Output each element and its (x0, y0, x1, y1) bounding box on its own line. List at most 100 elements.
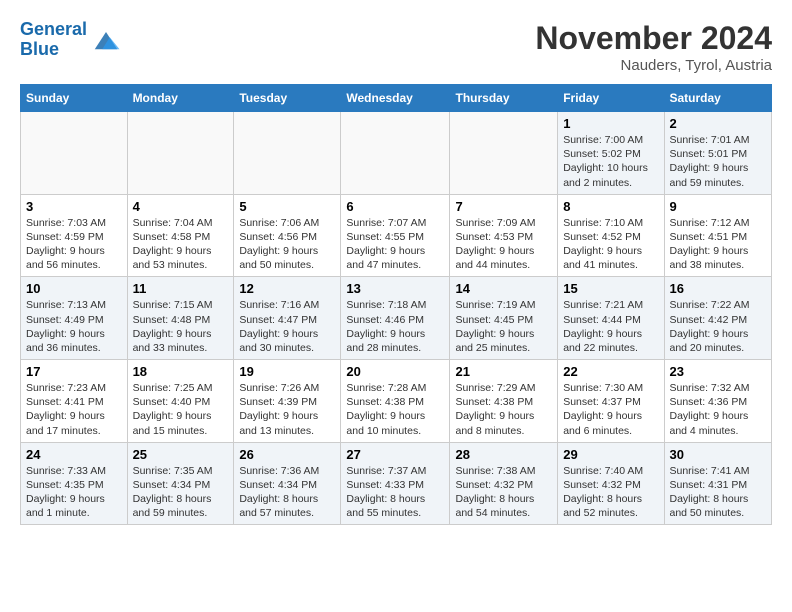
weekday-header-saturday: Saturday (664, 85, 772, 112)
day-info: Sunrise: 7:07 AM Sunset: 4:55 PM Dayligh… (346, 216, 444, 273)
day-number: 27 (346, 447, 444, 462)
calendar-cell: 14Sunrise: 7:19 AM Sunset: 4:45 PM Dayli… (450, 277, 558, 360)
calendar-cell: 15 Sunrise: 7:21 AM Sunset: 4:44 PM Dayli… (558, 277, 664, 360)
weekday-header-tuesday: Tuesday (234, 85, 341, 112)
day-number: 28 (455, 447, 552, 462)
calendar-cell: 26 Sunrise: 7:36 AM Sunset: 4:34 PM Dayli… (234, 442, 341, 525)
day-number: 3 (26, 199, 122, 214)
calendar-cell: 25 Sunrise: 7:35 AM Sunset: 4:34 PM Dayli… (127, 442, 234, 525)
day-info: Sunrise: 7:32 AM Sunset: 4:36 PM Dayligh… (670, 381, 767, 438)
day-info: Sunrise: 7:25 AM Sunset: 4:40 PM Dayligh… (133, 381, 229, 438)
day-number: 15 (563, 281, 658, 296)
day-number: 24 (26, 447, 122, 462)
day-number: 19 (239, 364, 335, 379)
calendar-week-4: 17 Sunrise: 7:23 AM Sunset: 4:41 PM Dayli… (21, 360, 772, 443)
calendar-cell: 11 Sunrise: 7:15 AM Sunset: 4:48 PM Dayli… (127, 277, 234, 360)
day-number: 23 (670, 364, 767, 379)
day-number: 6 (346, 199, 444, 214)
calendar-cell: 21Sunrise: 7:29 AM Sunset: 4:38 PM Dayli… (450, 360, 558, 443)
day-info: Sunrise: 7:12 AM Sunset: 4:51 PM Dayligh… (670, 216, 767, 273)
day-info: Sunrise: 7:28 AM Sunset: 4:38 PM Dayligh… (346, 381, 444, 438)
weekday-header-wednesday: Wednesday (341, 85, 450, 112)
calendar-cell: 23 Sunrise: 7:32 AM Sunset: 4:36 PM Dayli… (664, 360, 772, 443)
day-number: 9 (670, 199, 767, 214)
title-block: November 2024 Nauders, Tyrol, Austria (535, 20, 772, 74)
day-info: Sunrise: 7:03 AM Sunset: 4:59 PM Dayligh… (26, 216, 122, 273)
calendar-cell: 12Sunrise: 7:16 AM Sunset: 4:47 PM Dayli… (234, 277, 341, 360)
calendar-cell (450, 112, 558, 195)
calendar-cell: 24Sunrise: 7:33 AM Sunset: 4:35 PM Dayli… (21, 442, 128, 525)
day-number: 7 (455, 199, 552, 214)
calendar-cell: 7 Sunrise: 7:09 AM Sunset: 4:53 PM Daylig… (450, 194, 558, 277)
calendar-cell (21, 112, 128, 195)
day-info: Sunrise: 7:40 AM Sunset: 4:32 PM Dayligh… (563, 464, 658, 521)
day-info: Sunrise: 7:15 AM Sunset: 4:48 PM Dayligh… (133, 298, 229, 355)
day-number: 25 (133, 447, 229, 462)
day-number: 26 (239, 447, 335, 462)
month-title: November 2024 (535, 20, 772, 57)
calendar-cell: 29 Sunrise: 7:40 AM Sunset: 4:32 PM Dayli… (558, 442, 664, 525)
day-info: Sunrise: 7:04 AM Sunset: 4:58 PM Dayligh… (133, 216, 229, 273)
day-info: Sunrise: 7:10 AM Sunset: 4:52 PM Dayligh… (563, 216, 658, 273)
day-info: Sunrise: 7:29 AM Sunset: 4:38 PM Dayligh… (455, 381, 552, 438)
calendar-table: SundayMondayTuesdayWednesdayThursdayFrid… (20, 84, 772, 525)
day-number: 30 (670, 447, 767, 462)
calendar-cell: 16Sunrise: 7:22 AM Sunset: 4:42 PM Dayli… (664, 277, 772, 360)
day-number: 10 (26, 281, 122, 296)
calendar-week-3: 10 Sunrise: 7:13 AM Sunset: 4:49 PM Dayli… (21, 277, 772, 360)
day-info: Sunrise: 7:21 AM Sunset: 4:44 PM Dayligh… (563, 298, 658, 355)
day-number: 5 (239, 199, 335, 214)
day-info: Sunrise: 7:09 AM Sunset: 4:53 PM Dayligh… (455, 216, 552, 273)
calendar-cell: 1 Sunrise: 7:00 AM Sunset: 5:02 PM Daylig… (558, 112, 664, 195)
weekday-header-monday: Monday (127, 85, 234, 112)
day-number: 14 (455, 281, 552, 296)
day-info: Sunrise: 7:36 AM Sunset: 4:34 PM Dayligh… (239, 464, 335, 521)
calendar-cell: 5 Sunrise: 7:06 AM Sunset: 4:56 PM Daylig… (234, 194, 341, 277)
day-info: Sunrise: 7:13 AM Sunset: 4:49 PM Dayligh… (26, 298, 122, 355)
day-info: Sunrise: 7:38 AM Sunset: 4:32 PM Dayligh… (455, 464, 552, 521)
day-info: Sunrise: 7:37 AM Sunset: 4:33 PM Dayligh… (346, 464, 444, 521)
calendar-cell: 17 Sunrise: 7:23 AM Sunset: 4:41 PM Dayli… (21, 360, 128, 443)
calendar-cell: 13Sunrise: 7:18 AM Sunset: 4:46 PM Dayli… (341, 277, 450, 360)
calendar-cell: 2Sunrise: 7:01 AM Sunset: 5:01 PM Daylig… (664, 112, 772, 195)
day-info: Sunrise: 7:30 AM Sunset: 4:37 PM Dayligh… (563, 381, 658, 438)
calendar-body: 1 Sunrise: 7:00 AM Sunset: 5:02 PM Daylig… (21, 112, 772, 525)
weekday-header-thursday: Thursday (450, 85, 558, 112)
day-number: 4 (133, 199, 229, 214)
day-number: 17 (26, 364, 122, 379)
calendar-week-1: 1 Sunrise: 7:00 AM Sunset: 5:02 PM Daylig… (21, 112, 772, 195)
logo-text: GeneralBlue (20, 20, 87, 60)
day-number: 1 (563, 116, 658, 131)
day-number: 8 (563, 199, 658, 214)
calendar-cell: 6 Sunrise: 7:07 AM Sunset: 4:55 PM Daylig… (341, 194, 450, 277)
calendar-cell: 8 Sunrise: 7:10 AM Sunset: 4:52 PM Daylig… (558, 194, 664, 277)
calendar-cell: 30Sunrise: 7:41 AM Sunset: 4:31 PM Dayli… (664, 442, 772, 525)
calendar-cell (234, 112, 341, 195)
calendar-cell: 3 Sunrise: 7:03 AM Sunset: 4:59 PM Daylig… (21, 194, 128, 277)
page-header: GeneralBlue November 2024 Nauders, Tyrol… (20, 20, 772, 74)
day-number: 20 (346, 364, 444, 379)
day-info: Sunrise: 7:00 AM Sunset: 5:02 PM Dayligh… (563, 133, 658, 190)
location: Nauders, Tyrol, Austria (535, 57, 772, 74)
day-number: 16 (670, 281, 767, 296)
logo-icon (91, 27, 121, 52)
calendar-cell: 20 Sunrise: 7:28 AM Sunset: 4:38 PM Dayli… (341, 360, 450, 443)
day-info: Sunrise: 7:06 AM Sunset: 4:56 PM Dayligh… (239, 216, 335, 273)
calendar-cell (127, 112, 234, 195)
day-info: Sunrise: 7:35 AM Sunset: 4:34 PM Dayligh… (133, 464, 229, 521)
day-number: 22 (563, 364, 658, 379)
logo: GeneralBlue (20, 20, 121, 60)
calendar-cell: 9 Sunrise: 7:12 AM Sunset: 4:51 PM Daylig… (664, 194, 772, 277)
calendar-cell: 27 Sunrise: 7:37 AM Sunset: 4:33 PM Dayli… (341, 442, 450, 525)
day-number: 18 (133, 364, 229, 379)
day-number: 29 (563, 447, 658, 462)
day-number: 2 (670, 116, 767, 131)
day-number: 11 (133, 281, 229, 296)
calendar-cell: 22 Sunrise: 7:30 AM Sunset: 4:37 PM Dayli… (558, 360, 664, 443)
weekday-header-friday: Friday (558, 85, 664, 112)
day-number: 13 (346, 281, 444, 296)
day-info: Sunrise: 7:23 AM Sunset: 4:41 PM Dayligh… (26, 381, 122, 438)
day-number: 12 (239, 281, 335, 296)
calendar-cell: 4 Sunrise: 7:04 AM Sunset: 4:58 PM Daylig… (127, 194, 234, 277)
weekday-header-row: SundayMondayTuesdayWednesdayThursdayFrid… (21, 85, 772, 112)
